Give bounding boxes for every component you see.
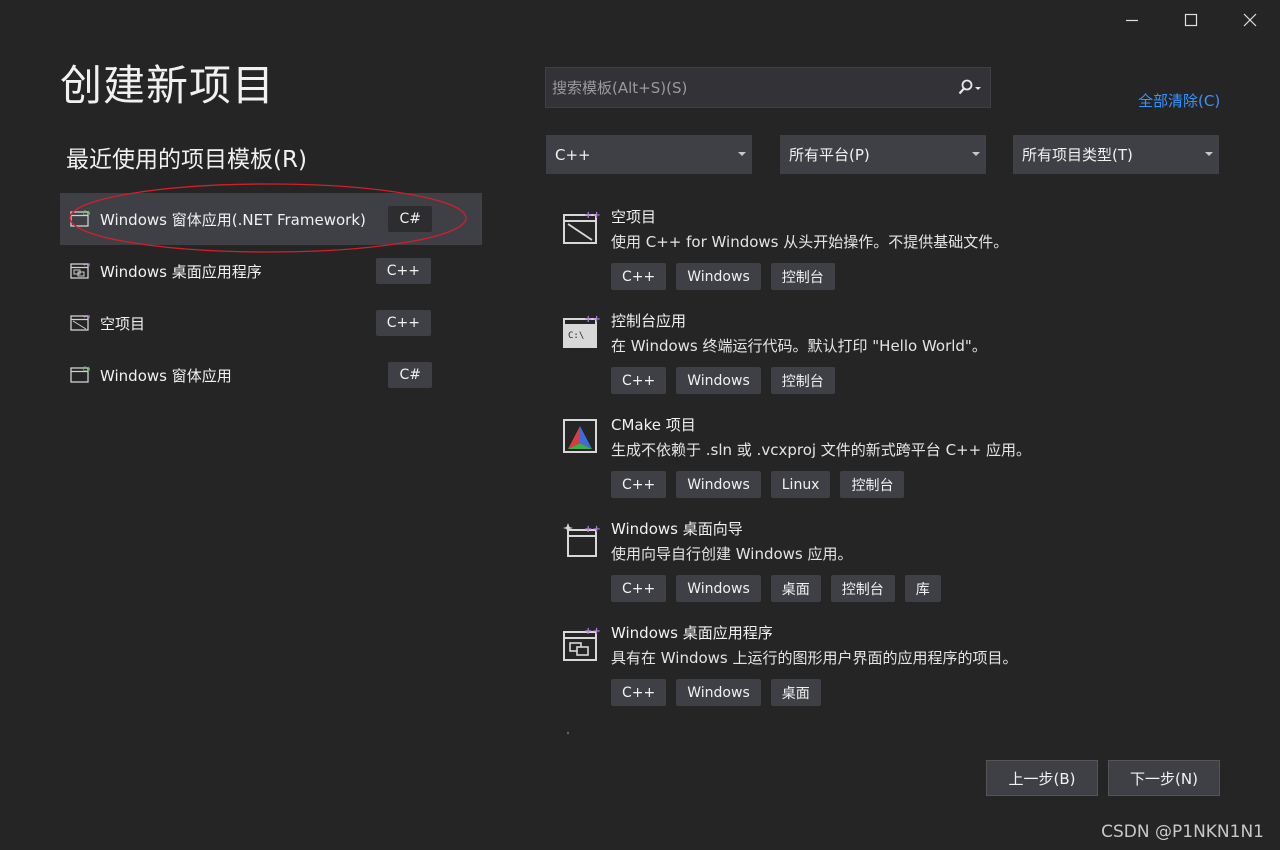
tag: Windows (676, 263, 761, 290)
svg-text:++: ++ (584, 626, 600, 637)
svg-text:++: ++ (584, 524, 600, 535)
template-description: 在 Windows 终端运行代码。默认打印 "Hello World"。 (611, 337, 987, 355)
template-description: 生成不依赖于 .sln 或 .vcxproj 文件的新式跨平台 C++ 应用。 (611, 441, 1031, 459)
tag: C++ (611, 679, 667, 706)
tag: 库 (904, 575, 941, 602)
search-input[interactable] (546, 68, 953, 107)
template-tags: C++ Windows 控制台 (611, 263, 835, 290)
tag: Windows (676, 367, 761, 394)
template-cmake-project[interactable]: CMake 项目 生成不依赖于 .sln 或 .vcxproj 文件的新式跨平台… (546, 404, 1226, 508)
close-button[interactable] (1222, 0, 1278, 40)
maximize-icon (1184, 13, 1198, 27)
svg-text:++: ++ (584, 210, 600, 221)
recent-item-label: Windows 桌面应用程序 (100, 262, 262, 281)
chevron-down-icon (738, 152, 746, 156)
desktop-app-icon: ++ (70, 263, 91, 279)
desktop-app-icon: ++ (563, 626, 600, 661)
recent-item-empty-project[interactable]: ++ 空项目 C++ (60, 297, 482, 349)
recent-item-desktop-app[interactable]: ++ Windows 桌面应用程序 C++ (60, 245, 482, 297)
language-filter-value: C++ (555, 145, 591, 164)
tag: C++ (611, 575, 667, 602)
tag: 桌面 (770, 575, 821, 602)
svg-text:++: ++ (584, 314, 600, 325)
minimize-icon (1126, 19, 1138, 22)
language-badge: C++ (375, 310, 431, 336)
svg-text:C:\: C:\ (568, 331, 584, 341)
language-badge: C# (388, 206, 432, 232)
recent-item-label: Windows 窗体应用 (100, 366, 232, 385)
language-badge: C# (388, 362, 432, 388)
template-tags: C++ Windows 桌面 控制台 库 (611, 575, 941, 602)
template-list: ++ 空项目 使用 C++ for Windows 从头开始操作。不提供基础文件… (546, 196, 1236, 734)
cmake-icon (563, 419, 597, 453)
tag: 控制台 (840, 471, 905, 498)
template-clipped-row[interactable]: ++ (546, 716, 1226, 734)
template-name: CMake 项目 (611, 416, 696, 434)
svg-text:++: ++ (584, 732, 600, 734)
template-desktop-wizard[interactable]: ++ Windows 桌面向导 使用向导自行创建 Windows 应用。 C++… (546, 508, 1226, 612)
template-name: Windows 桌面应用程序 (611, 624, 773, 642)
language-filter[interactable]: C++ (546, 135, 752, 174)
project-type-filter-value: 所有项目类型(T) (1022, 146, 1133, 164)
template-name: Windows 桌面向导 (611, 520, 743, 538)
search-icon (958, 79, 981, 94)
tag: C++ (611, 471, 667, 498)
close-icon (1243, 13, 1257, 27)
template-desktop-app[interactable]: ++ Windows 桌面应用程序 具有在 Windows 上运行的图形用户界面… (546, 612, 1226, 716)
template-tags: C++ Windows 桌面 (611, 679, 821, 706)
tag: C++ (611, 263, 667, 290)
recent-item-winforms[interactable]: C# Windows 窗体应用 C# (60, 349, 482, 401)
template-description: 使用 C++ for Windows 从头开始操作。不提供基础文件。 (611, 233, 1009, 251)
desktop-wizard-icon: ++ (563, 523, 600, 557)
template-name: 空项目 (611, 208, 657, 226)
back-button[interactable]: 上一步(B) (986, 760, 1098, 796)
svg-text:++: ++ (83, 315, 91, 321)
chevron-down-icon (1205, 152, 1213, 156)
recent-item-label: 空项目 (100, 314, 146, 333)
language-badge: C++ (375, 258, 431, 284)
platform-filter-value: 所有平台(P) (789, 146, 870, 164)
tag: 控制台 (770, 367, 835, 394)
template-tags: C++ Windows Linux 控制台 (611, 471, 905, 498)
recent-item-label: Windows 窗体应用(.NET Framework) (100, 210, 366, 229)
template-console-app[interactable]: C:\ ++ 控制台应用 在 Windows 终端运行代码。默认打印 "Hell… (546, 300, 1226, 404)
svg-text:++: ++ (83, 263, 91, 269)
tag: 桌面 (770, 679, 821, 706)
tag: 控制台 (830, 575, 895, 602)
recent-templates-heading: 最近使用的项目模板(R) (66, 147, 307, 173)
winforms-app-icon: C# (70, 210, 91, 227)
search-box (545, 67, 991, 108)
next-button[interactable]: 下一步(N) (1108, 760, 1220, 796)
tag: Linux (770, 471, 831, 498)
svg-text:C#: C# (83, 210, 91, 217)
empty-project-icon: ++ (563, 210, 600, 244)
tag: Windows (676, 471, 761, 498)
tag: Windows (676, 575, 761, 602)
winforms-app-icon: C# (70, 366, 91, 383)
project-type-filter[interactable]: 所有项目类型(T) (1013, 135, 1219, 174)
recent-item-winforms-netfx[interactable]: C# Windows 窗体应用(.NET Framework) C# (60, 193, 482, 245)
clear-all-link[interactable]: 全部清除(C) (1138, 90, 1220, 111)
page-title: 创建新项目 (60, 61, 276, 110)
template-description: 具有在 Windows 上运行的图形用户界面的应用程序的项目。 (611, 649, 1018, 667)
tag: 控制台 (770, 263, 835, 290)
template-name: 控制台应用 (611, 312, 687, 330)
recent-templates-list: C# Windows 窗体应用(.NET Framework) C# ++ Wi… (60, 193, 482, 401)
tag: C++ (611, 367, 667, 394)
svg-text:C#: C# (83, 366, 91, 373)
minimize-button[interactable] (1104, 0, 1160, 40)
template-description: 使用向导自行创建 Windows 应用。 (611, 545, 853, 563)
maximize-button[interactable] (1163, 0, 1219, 40)
tag: Windows (676, 679, 761, 706)
template-empty-project[interactable]: ++ 空项目 使用 C++ for Windows 从头开始操作。不提供基础文件… (546, 196, 1226, 300)
chevron-down-icon (972, 152, 980, 156)
empty-project-icon: ++ (70, 315, 91, 331)
search-options-button[interactable] (948, 68, 990, 107)
platform-filter[interactable]: 所有平台(P) (780, 135, 986, 174)
console-app-icon: C:\ ++ (563, 314, 600, 348)
watermark: CSDN @P1NKN1N1 (1101, 822, 1264, 842)
template-icon: ++ (566, 731, 600, 734)
template-tags: C++ Windows 控制台 (611, 367, 835, 394)
